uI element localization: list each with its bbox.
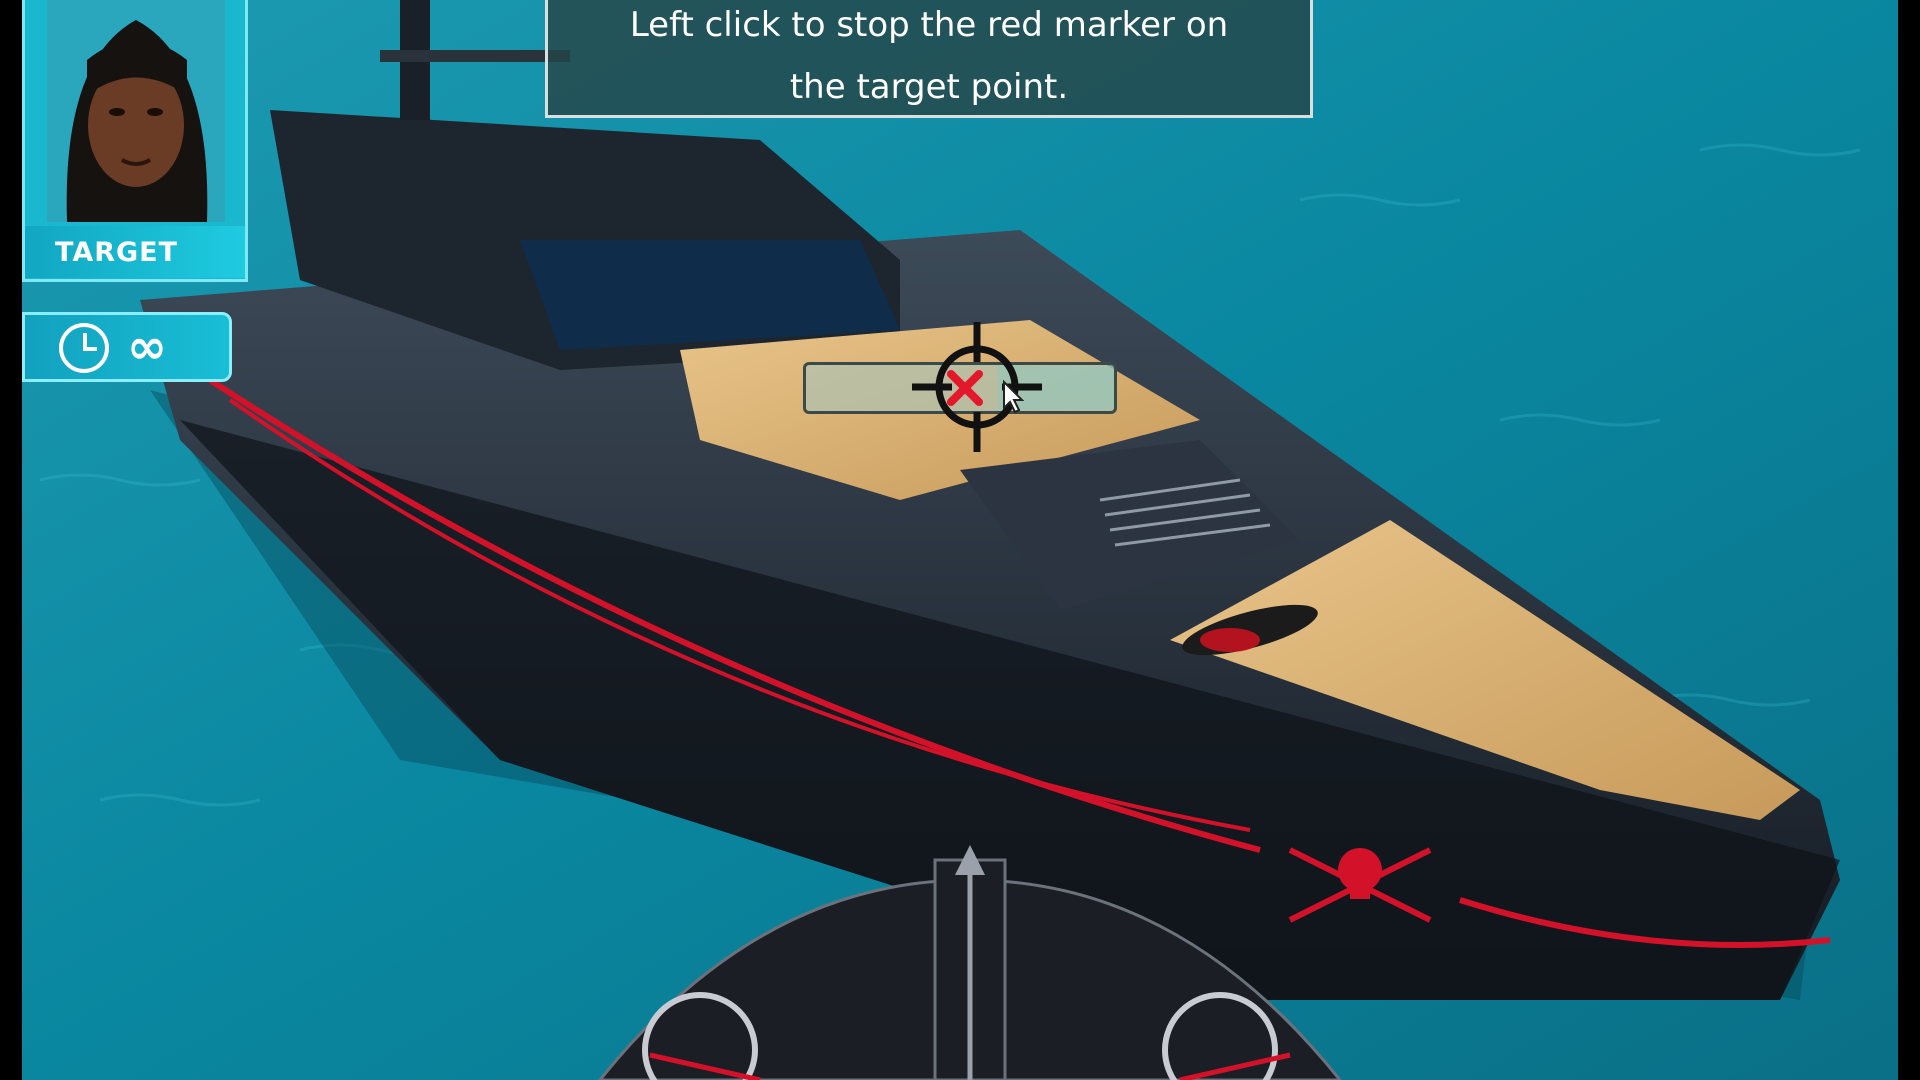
- mouse-cursor-icon: [1003, 380, 1024, 414]
- instruction-text: Left click to stop the red marker on the…: [548, 0, 1310, 118]
- target-portrait: [47, 0, 225, 222]
- target-card: TARGET: [22, 0, 248, 282]
- right-letterbox: [1898, 0, 1920, 1080]
- target-label-bar: TARGET: [25, 226, 245, 278]
- sea-and-yacht-scene: [0, 0, 1920, 1080]
- instruction-panel: Left click to stop the red marker on the…: [545, 0, 1313, 118]
- timer-box: ∞: [22, 312, 232, 382]
- target-label: TARGET: [55, 237, 179, 268]
- instruction-line-1: Left click to stop the red marker on: [629, 5, 1229, 45]
- timer-value: ∞: [127, 319, 167, 375]
- clock-icon: [59, 323, 109, 373]
- red-x-marker-icon: [947, 370, 983, 406]
- left-letterbox: [0, 0, 22, 1080]
- game-scene[interactable]: TARGET ∞ Left click to stop the red mark…: [0, 0, 1920, 1080]
- instruction-line-2: the target point.: [789, 67, 1069, 107]
